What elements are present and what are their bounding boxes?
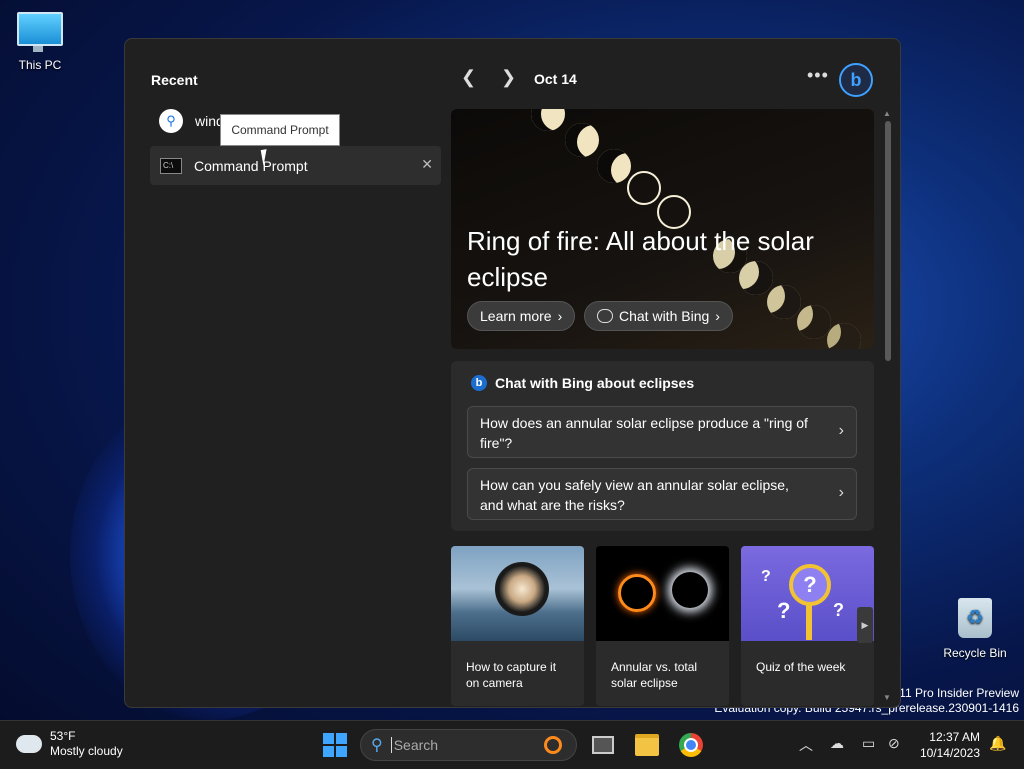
volume-muted-icon[interactable]: ⊘	[888, 735, 900, 752]
weather-widget[interactable]: 53°F Mostly cloudy	[12, 729, 123, 759]
mouse-cursor	[260, 148, 276, 166]
remove-icon[interactable]: ✕	[421, 156, 433, 173]
tile-quiz[interactable]: ? ? ? ? Quiz of the week	[741, 546, 874, 706]
chevron-up-icon[interactable]: ︿	[799, 735, 813, 755]
vertical-scrollbar[interactable]: ▲ ▼	[881, 109, 895, 702]
next-icon[interactable]: ❯	[501, 67, 516, 88]
eclipse-phase	[597, 149, 631, 183]
chat-card-title: b Chat with Bing about eclipses	[471, 375, 694, 391]
tile-annular-total[interactable]: Annular vs. total solar eclipse	[596, 546, 729, 706]
file-explorer-icon[interactable]	[634, 732, 660, 758]
chat-bubble-icon	[597, 309, 613, 323]
chat-question-2[interactable]: How can you safely view an annular solar…	[467, 468, 857, 520]
question-mark: ?	[777, 598, 791, 623]
scroll-up-icon[interactable]: ▲	[883, 109, 891, 118]
this-pc-icon[interactable]: This PC	[0, 12, 80, 72]
recent-item-command-prompt[interactable]: C:\ Command Prompt ✕	[150, 146, 441, 185]
question-mark: ?	[833, 600, 844, 620]
previous-icon[interactable]: ❮	[461, 67, 476, 88]
tile-caption: Annular vs. total solar eclipse	[611, 660, 698, 690]
hero-title: Ring of fire: All about the solar eclips…	[467, 226, 814, 292]
eclipse-phase	[827, 323, 861, 349]
tile-caption: Quiz of the week	[756, 660, 846, 674]
quiz-image: ? ? ? ?	[741, 546, 874, 641]
command-prompt-icon: C:\	[160, 157, 182, 174]
question-text: How can you safely view an annular solar…	[480, 477, 789, 513]
magnifier-icon: ?	[789, 564, 831, 606]
eclipse-comparison-image	[596, 546, 729, 641]
annular-ring	[618, 574, 656, 612]
recycle-bin-icon[interactable]: ♻ Recycle Bin	[935, 598, 1015, 660]
eclipse-highlight-icon	[544, 736, 562, 754]
eclipse-phase	[627, 171, 661, 205]
notification-bell-icon[interactable]: 🔔	[989, 735, 1006, 752]
search-placeholder: Search	[390, 737, 438, 753]
more-options-icon[interactable]: •••	[807, 65, 829, 86]
network-icon[interactable]: ▭	[862, 735, 875, 752]
tile-camera[interactable]: How to capture it on camera	[451, 546, 584, 706]
chrome-icon[interactable]	[678, 732, 704, 758]
eclipse-phase	[565, 123, 599, 157]
camera-lens	[495, 562, 549, 616]
recent-item-label: Command Prompt	[194, 157, 308, 174]
tooltip: Command Prompt	[220, 114, 340, 146]
bing-icon[interactable]: b	[839, 63, 873, 97]
weather-desc: Mostly cloudy	[50, 744, 123, 758]
chat-card: b Chat with Bing about eclipses How does…	[451, 361, 874, 531]
eclipse-phase	[797, 305, 831, 339]
taskbar-search-box[interactable]: ⚲ Search	[360, 729, 577, 761]
date-label: Oct 14	[534, 71, 577, 87]
search-suggestion[interactable]: ⚲ wind	[159, 109, 224, 133]
tile-caption: How to capture it on camera	[466, 660, 557, 690]
chevron-right-icon: ›	[838, 484, 844, 501]
total-eclipse	[672, 572, 708, 608]
chat-with-bing-button[interactable]: Chat with Bing ›	[584, 301, 733, 331]
recycle-icon: ♻	[958, 598, 992, 638]
chat-question-1[interactable]: How does an annular solar eclipse produc…	[467, 406, 857, 458]
weather-temp: 53°F	[50, 729, 76, 743]
recent-heading: Recent	[151, 72, 198, 88]
chat-title-text: Chat with Bing about eclipses	[495, 375, 695, 391]
magnifier-handle	[806, 604, 812, 640]
clock[interactable]: 12:37 AM 10/14/2023	[912, 729, 980, 761]
chevron-right-icon: ›	[838, 422, 844, 439]
learn-more-label: Learn more	[480, 308, 552, 324]
scroll-right-icon[interactable]: ▶	[857, 607, 873, 643]
chat-with-bing-label: Chat with Bing	[619, 308, 710, 324]
clock-date: 10/14/2023	[919, 746, 980, 760]
cloudy-weather-icon	[12, 729, 42, 753]
scroll-down-icon[interactable]: ▼	[883, 693, 891, 702]
bing-mini-icon: b	[471, 375, 487, 391]
scroll-thumb[interactable]	[885, 121, 891, 361]
camera-image	[451, 546, 584, 641]
search-panel: Recent ⚲ wind C:\ Command Prompt ✕ Comma…	[124, 38, 901, 708]
onedrive-icon[interactable]: ☁	[830, 735, 844, 752]
question-text: How does an annular solar eclipse produc…	[480, 415, 808, 451]
search-icon: ⚲	[159, 109, 183, 133]
chevron-right-icon: ›	[557, 308, 563, 324]
eclipse-hero-card[interactable]: Ring of fire: All about the solar eclips…	[451, 109, 874, 349]
chevron-right-icon: ›	[715, 308, 720, 324]
learn-more-button[interactable]: Learn more ›	[467, 301, 576, 331]
question-mark: ?	[761, 568, 771, 585]
eclipse-phase	[531, 109, 565, 131]
clock-time: 12:37 AM	[929, 730, 980, 744]
watermark-line1: s 11 Pro Insider Preview	[889, 686, 1019, 700]
task-view-icon[interactable]	[590, 732, 616, 758]
recycle-bin-label: Recycle Bin	[943, 646, 1007, 660]
taskbar: 53°F Mostly cloudy ⚲ Search ︿ ☁ ▭ ⊘ 12:3…	[0, 720, 1024, 769]
search-icon: ⚲	[371, 737, 383, 754]
this-pc-label: This PC	[18, 58, 62, 72]
monitor-icon	[17, 12, 63, 52]
start-icon[interactable]	[323, 733, 347, 757]
